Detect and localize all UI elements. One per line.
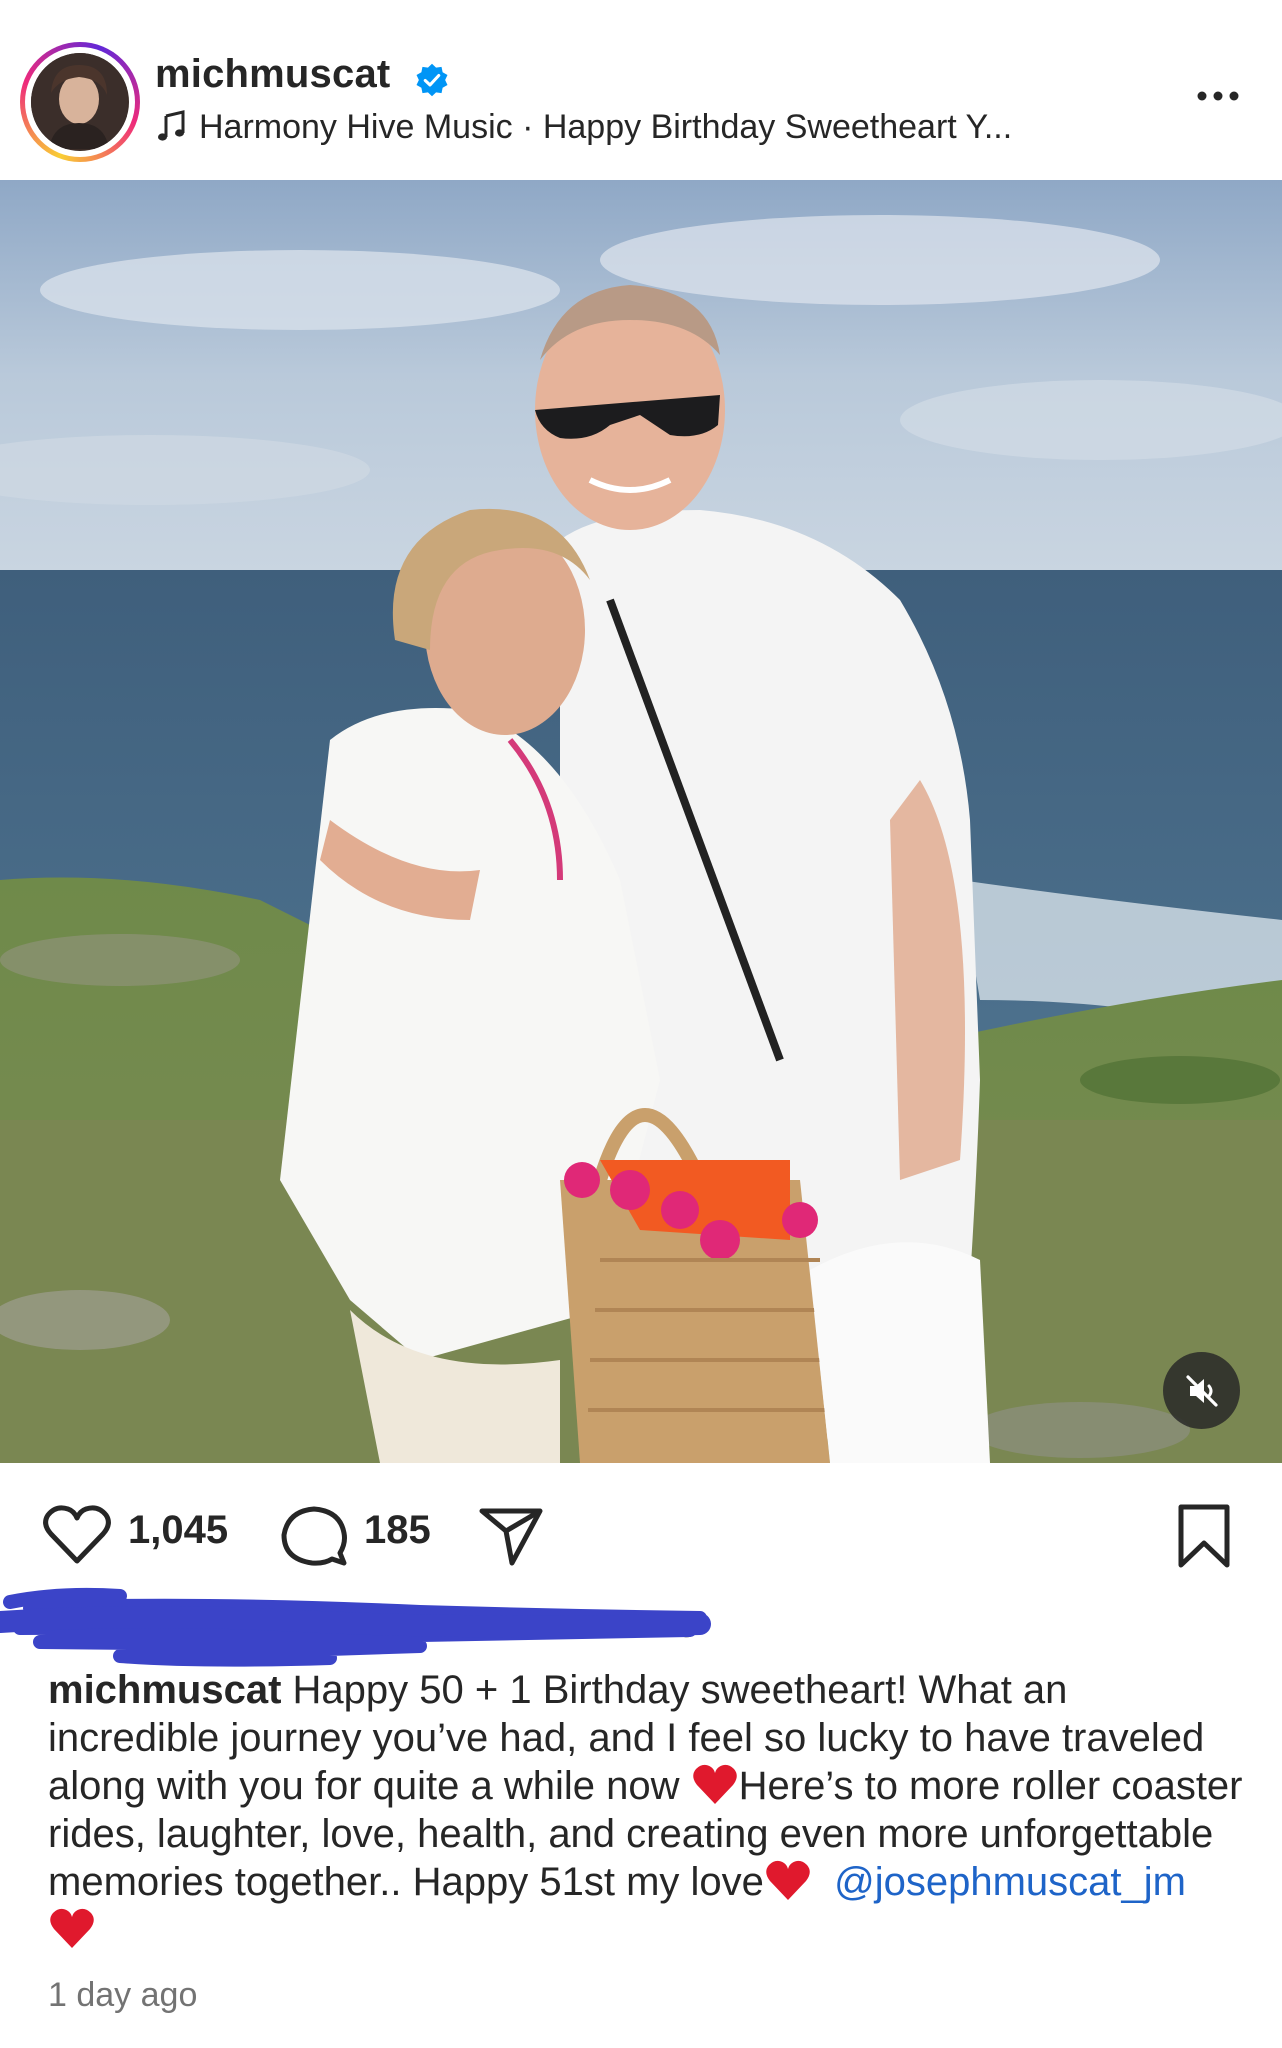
liked-by-summary[interactable]: others	[0, 1582, 740, 1674]
red-heart-emoji-icon	[692, 1764, 737, 1804]
verified-badge-icon	[416, 63, 448, 97]
speaker-muted-icon	[1185, 1374, 1218, 1407]
bookmark-icon[interactable]	[1176, 1503, 1232, 1569]
heart-outline-icon[interactable]	[42, 1503, 112, 1567]
avatar[interactable]	[31, 53, 129, 151]
audio-track-link[interactable]: Harmony Hive Music · Happy Birthday Swee…	[155, 108, 1012, 147]
mention-link[interactable]: @josephmuscat_jm	[834, 1860, 1186, 1904]
story-ring[interactable]	[20, 42, 140, 162]
audio-track-label: Harmony Hive Music · Happy Birthday Swee…	[199, 108, 1013, 146]
mute-toggle-button[interactable]	[1163, 1352, 1240, 1429]
red-heart-emoji-icon	[50, 1908, 94, 1948]
caption-author[interactable]: michmuscat	[48, 1668, 281, 1712]
photo-illustration	[0, 180, 1282, 1463]
more-options-icon[interactable]	[1194, 84, 1242, 108]
like-count[interactable]: 1,045	[128, 1508, 228, 1553]
redaction-scribble	[0, 1587, 711, 1667]
post-header: michmuscat Harmony Hive Music · Happy Bi…	[0, 0, 1282, 180]
music-note-icon	[158, 110, 185, 141]
post-timestamp: 1 day ago	[48, 1976, 198, 2014]
red-heart-emoji-icon	[766, 1860, 810, 1900]
post-photo[interactable]	[0, 180, 1282, 1463]
send-icon[interactable]	[478, 1505, 544, 1567]
post-caption: michmuscat Happy 50 + 1 Birthday sweethe…	[48, 1666, 1248, 1954]
post-username[interactable]: michmuscat	[155, 52, 390, 97]
comment-count[interactable]: 185	[364, 1508, 431, 1553]
comment-icon[interactable]	[280, 1503, 348, 1569]
post-action-bar: 1,045 185	[0, 1463, 1282, 1593]
